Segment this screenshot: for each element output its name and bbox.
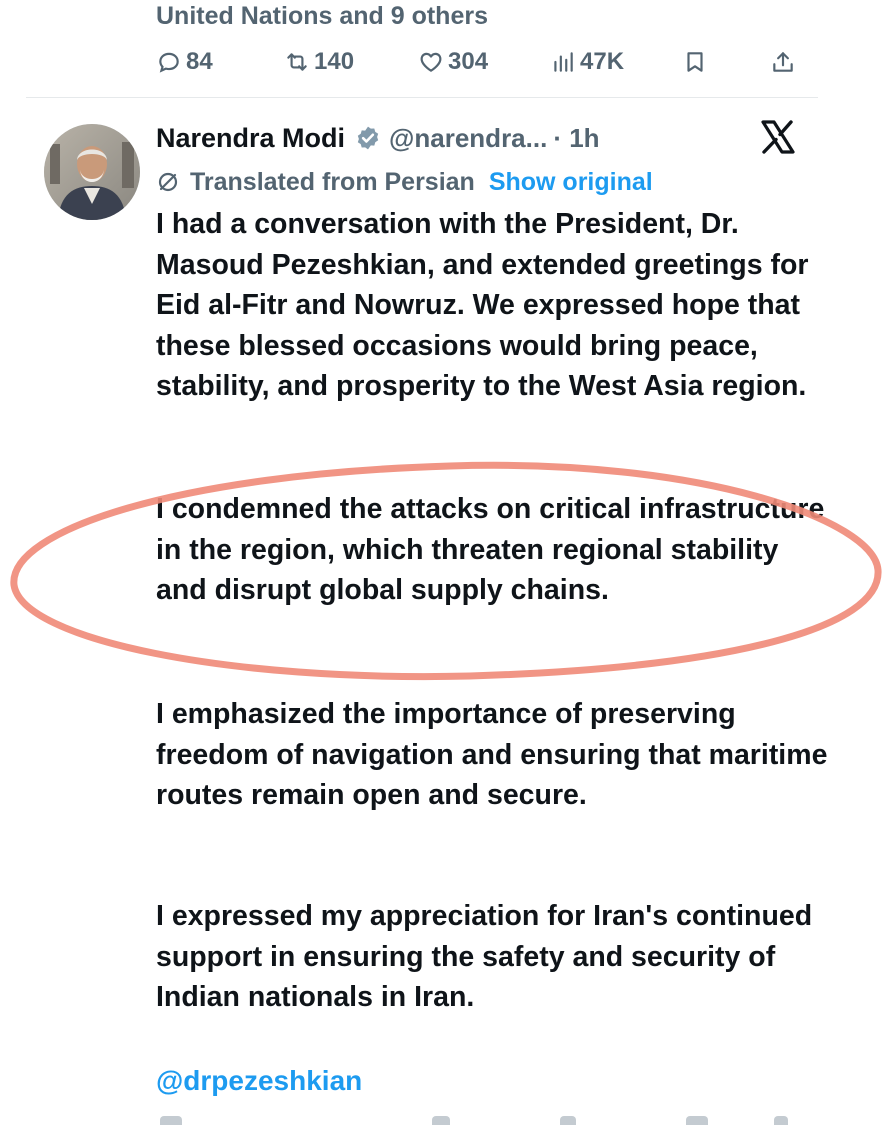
views-count: 47K <box>580 48 625 75</box>
author-name[interactable]: Narendra Modi <box>156 123 345 154</box>
verified-icon <box>357 126 379 150</box>
share-button[interactable] <box>770 42 800 82</box>
translated-from-label: Translated from Persian <box>190 167 475 196</box>
next-action-bar-partial <box>156 1114 796 1125</box>
translate-icon <box>158 172 178 192</box>
like-count: 304 <box>448 48 489 75</box>
repost-icon <box>287 53 307 71</box>
repost-count: 140 <box>314 48 355 75</box>
tweet-paragraph: I condemned the attacks on critical infr… <box>156 493 825 607</box>
avatar-portrait-icon <box>44 124 140 220</box>
reply-button[interactable]: 84 <box>156 42 213 82</box>
share-icon <box>773 52 793 72</box>
tweet-paragraph: I expressed my appreciation for Iran's c… <box>156 900 813 1014</box>
avatar[interactable] <box>44 124 140 220</box>
show-original-link[interactable]: Show original <box>489 168 653 197</box>
tweet-paragraph: I had a conversation with the President,… <box>156 208 809 403</box>
tweet-divider <box>26 97 818 98</box>
views-button[interactable]: 47K <box>550 42 624 82</box>
translation-notice: Translated from Persian Show original <box>156 165 653 199</box>
tweet-paragraph: I emphasized the importance of preservin… <box>156 698 828 812</box>
tweet-action-bar: 84 140 304 47K <box>156 42 806 82</box>
bookmark-icon <box>687 52 703 72</box>
tweet-time[interactable]: · 1h <box>553 123 599 154</box>
like-icon <box>420 52 442 72</box>
x-logo-icon <box>761 120 795 154</box>
author-handle[interactable]: @narendra... <box>389 123 547 154</box>
tweet-header: Narendra Modi @narendra... · 1h <box>156 118 600 158</box>
reply-icon <box>159 52 179 73</box>
like-button[interactable]: 304 <box>418 42 488 82</box>
repost-button[interactable]: 140 <box>284 42 354 82</box>
bookmark-button[interactable] <box>682 42 712 82</box>
liked-by-text[interactable]: United Nations and 9 others <box>156 0 488 32</box>
reply-count: 84 <box>186 48 213 75</box>
views-icon <box>554 52 573 72</box>
mention-link[interactable]: @drpezeshkian <box>156 1061 362 1101</box>
